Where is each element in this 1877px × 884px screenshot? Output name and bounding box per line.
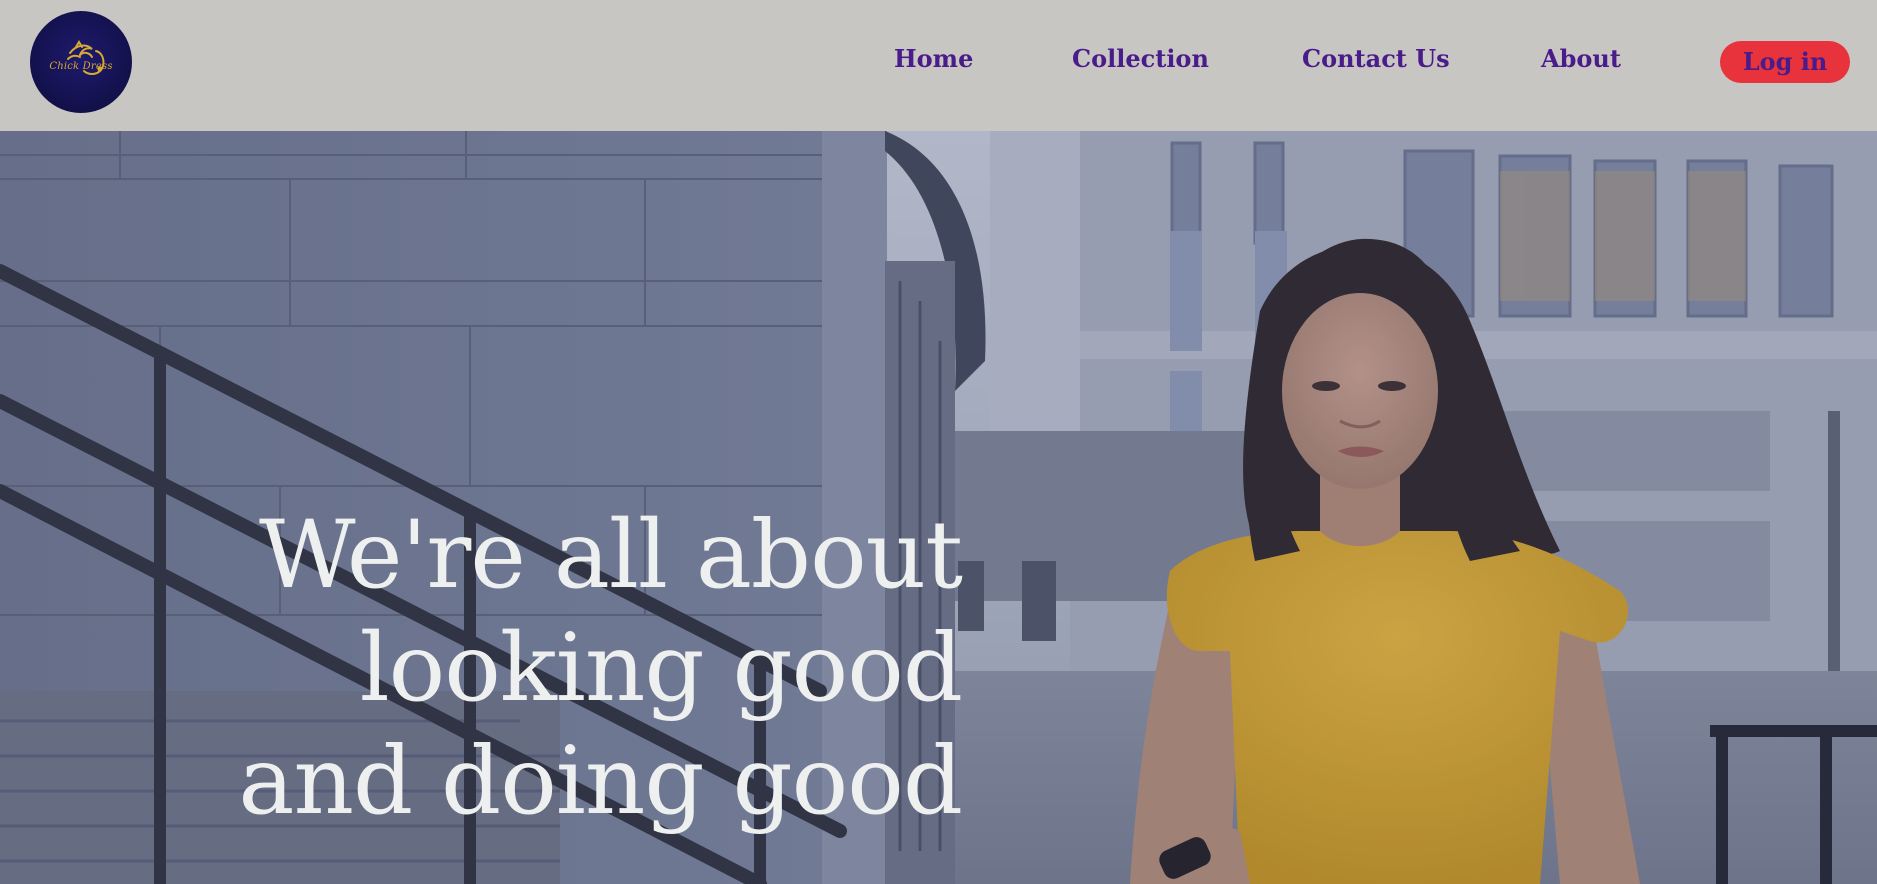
- login-button[interactable]: Log in: [1720, 41, 1850, 83]
- hero-heading: We're all about looking good and doing g…: [238, 499, 963, 838]
- nav-about[interactable]: About: [1541, 44, 1621, 73]
- site-header: Chick Dress Home Collection Contact Us A…: [0, 0, 1877, 131]
- nav-contact-us[interactable]: Contact Us: [1302, 44, 1450, 73]
- hero-heading-line: looking good: [359, 614, 963, 723]
- hero-section: We're all about looking good and doing g…: [0, 131, 1877, 884]
- page: Chick Dress Home Collection Contact Us A…: [0, 0, 1877, 884]
- nav-home[interactable]: Home: [894, 44, 973, 73]
- hero-heading-line: and doing good: [238, 727, 963, 836]
- hero-heading-line: We're all about: [258, 501, 963, 610]
- nav-collection[interactable]: Collection: [1072, 44, 1209, 73]
- main-nav: Home Collection Contact Us About: [0, 0, 1877, 131]
